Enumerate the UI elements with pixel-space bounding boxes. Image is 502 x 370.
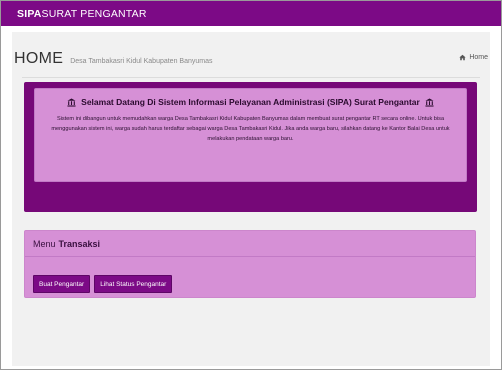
lihat-status-pengantar-button[interactable]: Lihat Status Pengantar	[94, 275, 173, 293]
welcome-box: Selamat Datang Di Sistem Informasi Pelay…	[24, 82, 477, 212]
app-brand[interactable]: SIPASURAT PENGANTAR	[17, 8, 147, 20]
top-navbar: SIPASURAT PENGANTAR	[1, 1, 501, 26]
breadcrumb[interactable]: Home	[459, 54, 488, 61]
breadcrumb-home[interactable]: Home	[469, 54, 488, 61]
home-icon	[459, 54, 466, 61]
menu-buttons: Buat Pengantar Lihat Status Pengantar	[33, 275, 173, 293]
menu-panel: Menu Transaksi Buat Pengantar Lihat Stat…	[24, 230, 476, 298]
welcome-alert: Selamat Datang Di Sistem Informasi Pelay…	[34, 88, 467, 182]
bank-icon	[67, 97, 76, 107]
welcome-title: Selamat Datang Di Sistem Informasi Pelay…	[81, 97, 420, 107]
brand-bold: SIPA	[17, 7, 42, 20]
buat-pengantar-button[interactable]: Buat Pengantar	[33, 275, 91, 293]
brand-rest: SURAT PENGANTAR	[41, 7, 147, 20]
bank-icon	[425, 97, 434, 107]
page-header: HOME Desa Tambakasri Kidul Kabupaten Ban…	[14, 50, 488, 72]
menu-heading: Menu Transaksi	[25, 231, 475, 257]
welcome-body: Sistem ini dibangun untuk memudahkan war…	[51, 116, 450, 142]
page-subtitle: Desa Tambakasri Kidul Kabupaten Banyumas	[70, 58, 213, 65]
page-title: HOME	[14, 50, 64, 67]
menu-title: Transaksi	[58, 238, 101, 249]
header-divider	[22, 77, 480, 78]
welcome-title-row: Selamat Datang Di Sistem Informasi Pelay…	[45, 97, 456, 107]
menu-label: Menu	[33, 238, 56, 249]
